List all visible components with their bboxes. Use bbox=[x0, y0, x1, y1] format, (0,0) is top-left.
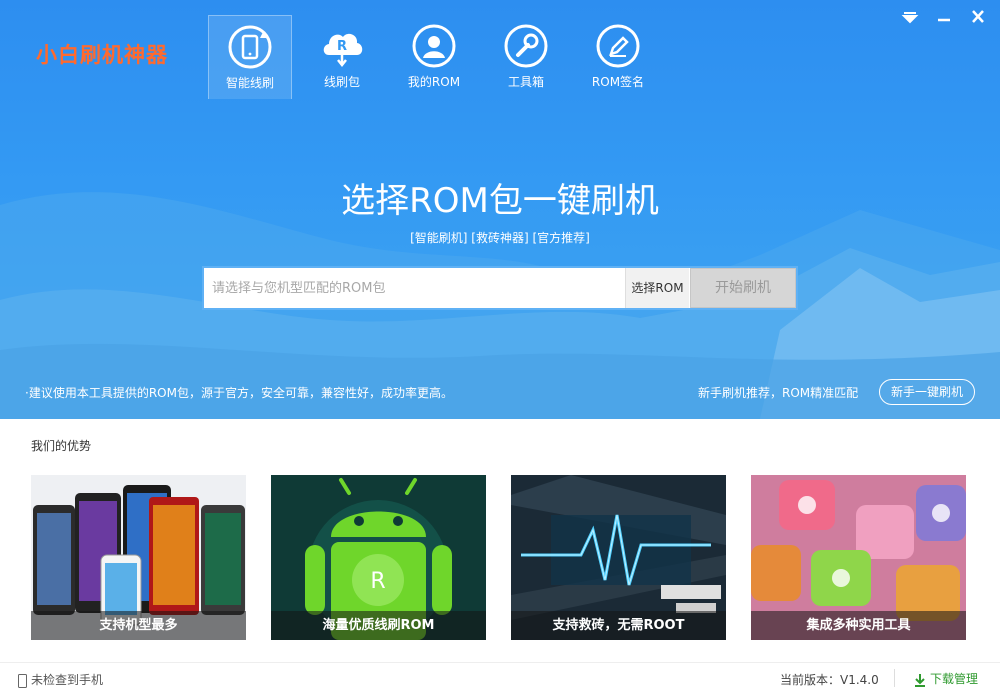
status-divider bbox=[894, 669, 895, 687]
dropdown-icon[interactable] bbox=[900, 8, 920, 26]
tab-my-rom[interactable]: 我的ROM bbox=[392, 15, 476, 99]
advantage-card-rom[interactable]: R 海量优质线刷ROM bbox=[271, 475, 486, 640]
svg-text:R: R bbox=[337, 39, 347, 54]
cloud-download-icon: R bbox=[323, 33, 363, 68]
tab-rom-sign[interactable]: ROM签名 bbox=[576, 15, 660, 99]
tab-toolbox[interactable]: 工具箱 bbox=[484, 15, 568, 99]
close-icon[interactable] bbox=[968, 8, 988, 26]
rom-search-bar: 选择ROM 开始刷机 bbox=[202, 266, 798, 310]
status-bar: 未检查到手机 当前版本：V1.4.0 下载管理 bbox=[0, 662, 1000, 700]
hero-subtags: [智能刷机] [救砖神器] [官方推荐] bbox=[410, 231, 590, 245]
advantages-title: 我们的优势 bbox=[31, 439, 92, 453]
download-manager-label: 下载管理 bbox=[930, 672, 979, 686]
tab-flash-package[interactable]: R 线刷包 bbox=[300, 15, 384, 99]
tab-smart-flash[interactable]: 智能线刷 bbox=[208, 15, 292, 99]
app-window: 小白刷机神器 智能线刷 R 线刷包 我的ROM 工具箱 ROM签名 选择ROM包… bbox=[0, 0, 1000, 700]
hero-banner: 小白刷机神器 智能线刷 R 线刷包 我的ROM 工具箱 ROM签名 选择ROM包… bbox=[0, 0, 1000, 419]
download-icon bbox=[915, 673, 925, 687]
svg-text:R: R bbox=[370, 569, 385, 594]
card-caption: 支持救砖，无需ROOT bbox=[511, 611, 726, 640]
card-caption: 海量优质线刷ROM bbox=[271, 611, 486, 640]
advantage-card-models[interactable]: 支持机型最多 bbox=[31, 475, 246, 640]
tab-label: 我的ROM bbox=[407, 75, 461, 89]
download-manager-link[interactable]: 下载管理 bbox=[913, 670, 978, 687]
pen-icon bbox=[596, 24, 640, 68]
usage-tip: ·建议使用本工具提供的ROM包，源于官方，安全可靠，兼容性好，成功率更高。 bbox=[25, 386, 453, 400]
version-label: 当前版本：V1.4.0 bbox=[780, 673, 879, 687]
hero-headline: 选择ROM包一键刷机 bbox=[341, 181, 659, 221]
minimize-icon[interactable] bbox=[934, 8, 954, 26]
start-flash-button[interactable]: 开始刷机 bbox=[690, 268, 796, 308]
phone-refresh-icon bbox=[228, 25, 272, 69]
card-caption: 支持机型最多 bbox=[31, 611, 246, 640]
newbie-flash-button[interactable]: 新手一键刷机 bbox=[879, 379, 975, 405]
user-icon bbox=[412, 24, 456, 68]
phone-outline-icon bbox=[18, 673, 27, 688]
rom-path-input[interactable] bbox=[204, 268, 625, 308]
phone-connection-status: 未检查到手机 bbox=[18, 671, 103, 688]
app-logo: 小白刷机神器 bbox=[36, 43, 168, 67]
card-caption: 集成多种实用工具 bbox=[751, 611, 966, 640]
select-rom-button[interactable]: 选择ROM bbox=[625, 268, 689, 308]
tab-label: 线刷包 bbox=[323, 75, 360, 89]
phone-status-text: 未检查到手机 bbox=[31, 673, 104, 687]
tab-label: ROM签名 bbox=[591, 75, 645, 89]
wrench-icon bbox=[504, 24, 548, 68]
recommend-text: 新手刷机推荐，ROM精准匹配 bbox=[698, 386, 859, 400]
tab-label: 智能线刷 bbox=[225, 76, 274, 90]
advantage-card-tools[interactable]: 集成多种实用工具 bbox=[751, 475, 966, 640]
advantage-card-unbrick[interactable]: 支持救砖，无需ROOT bbox=[511, 475, 726, 640]
tab-label: 工具箱 bbox=[507, 75, 544, 89]
